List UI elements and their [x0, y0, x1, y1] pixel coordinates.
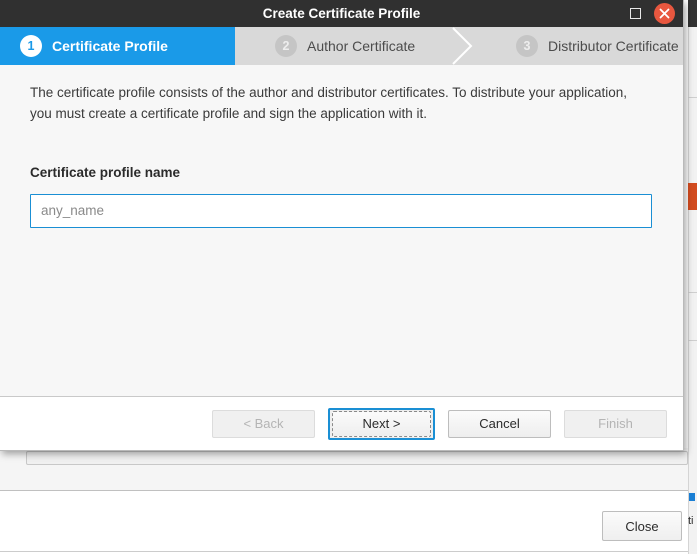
wizard-step-certificate-profile[interactable]: 1 Certificate Profile: [0, 27, 235, 65]
dialog-body: The certificate profile consists of the …: [0, 65, 683, 397]
back-button[interactable]: < Back: [212, 409, 315, 438]
maximize-icon[interactable]: [630, 8, 641, 19]
create-certificate-profile-dialog: Create Certificate Profile 1 Certificate…: [0, 0, 684, 451]
wizard-step-author-certificate[interactable]: 2 Author Certificate: [235, 27, 478, 65]
background-right-edge-titlebar: [688, 0, 697, 27]
step-number-badge: 2: [275, 35, 297, 57]
step-label: Distributor Certificate: [548, 38, 679, 54]
background-right-edge-blue-marker: [689, 493, 695, 501]
next-button[interactable]: Next >: [332, 410, 431, 437]
dialog-titlebar[interactable]: Create Certificate Profile: [0, 0, 683, 27]
background-right-edge-divider: [688, 97, 697, 98]
dialog-title: Create Certificate Profile: [262, 6, 421, 21]
background-right-edge-text: ti: [688, 515, 694, 527]
step-number-badge: 1: [20, 35, 42, 57]
background-right-edge-divider: [688, 340, 697, 341]
background-right-edge-divider: [688, 292, 697, 293]
step-label: Author Certificate: [307, 38, 416, 54]
background-right-edge-strip: [688, 0, 697, 554]
background-close-button[interactable]: Close: [602, 511, 682, 541]
wizard-step-distributor-certificate[interactable]: 3 Distributor Certificate: [478, 27, 683, 65]
cancel-button[interactable]: Cancel: [448, 409, 551, 438]
certificate-profile-name-input[interactable]: [30, 193, 652, 228]
next-button-focus-ring: Next >: [328, 407, 435, 440]
background-inner-box: [26, 451, 688, 465]
close-icon[interactable]: [654, 3, 675, 24]
step-label: Certificate Profile: [52, 38, 168, 54]
step-number-badge: 3: [516, 35, 538, 57]
background-bottom-area: [0, 491, 688, 552]
dialog-button-bar: < Back Next > Cancel Finish: [0, 397, 683, 450]
wizard-step-bar: 1 Certificate Profile 2 Author Certifica…: [0, 27, 683, 65]
dialog-description: The certificate profile consists of the …: [30, 85, 628, 121]
certificate-profile-name-label: Certificate profile name: [30, 164, 181, 180]
finish-button[interactable]: Finish: [564, 409, 667, 438]
background-right-edge-orange-marker: [688, 183, 697, 210]
